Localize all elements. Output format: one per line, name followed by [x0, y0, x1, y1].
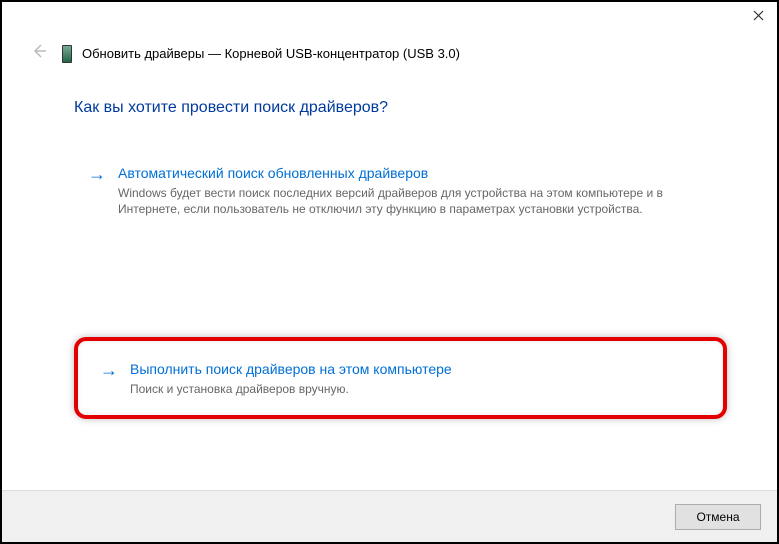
- dialog-title: Обновить драйверы — Корневой USB-концент…: [82, 46, 460, 61]
- cancel-button[interactable]: Отмена: [675, 504, 761, 530]
- back-arrow-icon[interactable]: [26, 38, 52, 69]
- option-auto-title: Автоматический поиск обновленных драйвер…: [118, 163, 713, 183]
- option-manual-title: Выполнить поиск драйверов на этом компью…: [130, 359, 701, 379]
- arrow-right-icon: →: [88, 164, 106, 184]
- close-button[interactable]: [751, 10, 765, 24]
- header-row: Обновить драйверы — Корневой USB-концент…: [2, 32, 777, 69]
- option-manual-search[interactable]: → Выполнить поиск драйверов на этом комп…: [86, 349, 715, 407]
- option-auto-body: Автоматический поиск обновленных драйвер…: [118, 163, 713, 217]
- option-manual-desc: Поиск и установка драйверов вручную.: [130, 381, 701, 397]
- device-icon: [62, 45, 72, 63]
- question-heading: Как вы хотите провести поиск драйверов?: [74, 99, 727, 117]
- driver-update-dialog: Обновить драйверы — Корневой USB-концент…: [2, 2, 777, 542]
- arrow-right-icon: →: [100, 360, 118, 380]
- option-manual-body: Выполнить поиск драйверов на этом компью…: [130, 359, 701, 397]
- footer-bar: Отмена: [2, 490, 777, 542]
- content-area: Как вы хотите провести поиск драйверов? …: [2, 69, 777, 490]
- titlebar: [2, 2, 777, 32]
- option-auto-desc: Windows будет вести поиск последних верс…: [118, 185, 713, 217]
- option-auto-search[interactable]: → Автоматический поиск обновленных драйв…: [74, 153, 727, 227]
- highlight-annotation: → Выполнить поиск драйверов на этом комп…: [74, 337, 727, 419]
